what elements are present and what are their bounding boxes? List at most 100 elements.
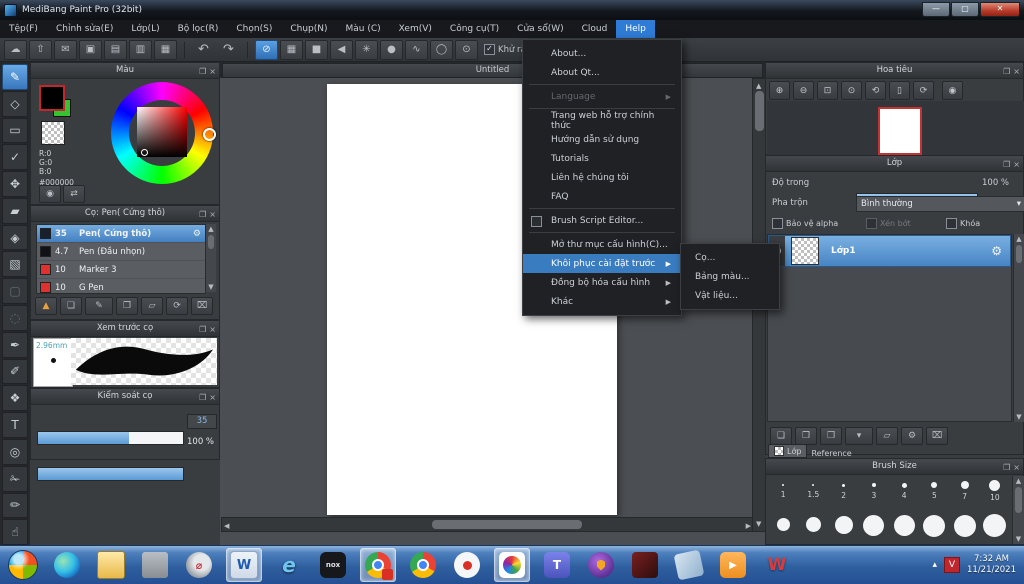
sv-marker[interactable] xyxy=(141,149,148,156)
image-icon[interactable]: ▣ xyxy=(79,40,102,60)
actual-size-icon[interactable]: ⊙ xyxy=(841,81,862,100)
brush-item[interactable]: 10 G Pen xyxy=(37,279,205,294)
menu-item-open-config-folder[interactable]: Mở thư mục cấu hình(C)... xyxy=(523,235,681,254)
eyedropper-tool[interactable]: ✒ xyxy=(2,332,28,358)
taskbar-ie[interactable]: e xyxy=(272,549,306,581)
brush-item[interactable]: 10 Marker 3 xyxy=(37,261,205,279)
navigator-preview[interactable] xyxy=(767,101,1024,155)
layer-menu-button[interactable]: ▾ xyxy=(845,427,873,445)
menu-file[interactable]: Tệp(F) xyxy=(0,20,47,38)
taskbar-clock[interactable]: 7:32 AM 11/21/2021 xyxy=(967,554,1016,576)
comment-icon[interactable]: ✉ xyxy=(54,40,77,60)
transparent-color-swatch[interactable] xyxy=(41,121,65,145)
menu-help[interactable]: Help xyxy=(616,20,655,38)
menu-item-about[interactable]: About... xyxy=(523,44,681,63)
menu-item-contact-us[interactable]: Liên hệ chúng tôi xyxy=(523,168,681,187)
brush-size-option[interactable] xyxy=(950,510,980,544)
snap-vanishing-icon[interactable]: ◀ xyxy=(330,40,353,60)
menu-item-about-qt[interactable]: About Qt... xyxy=(523,63,681,82)
reset-view-icon[interactable]: ◉ xyxy=(942,81,963,100)
submenu-item-brushes[interactable]: Cọ... xyxy=(681,248,779,267)
close-icon[interactable]: × xyxy=(209,64,216,79)
brush-size-option[interactable] xyxy=(919,510,949,544)
taskbar-game-2[interactable] xyxy=(672,549,706,581)
menu-item-brush-script-editor[interactable]: Brush Script Editor... xyxy=(523,211,681,230)
brush-list-scrollbar[interactable]: ▲ ▼ xyxy=(205,224,216,292)
zoom-in-icon[interactable]: ⊕ xyxy=(769,81,790,100)
menu-item-support-site[interactable]: Trang web hỗ trợ chính thức xyxy=(523,111,681,130)
zoom-out-icon[interactable]: ⊖ xyxy=(793,81,814,100)
zoom-tool[interactable]: ◎ xyxy=(2,439,28,465)
brush-size-option[interactable] xyxy=(889,510,919,544)
snap-curve-icon[interactable]: ∿ xyxy=(405,40,428,60)
float-icon[interactable]: ❐ xyxy=(199,64,206,79)
brush-duplicate-button[interactable]: ❐ xyxy=(116,297,138,315)
close-icon[interactable]: × xyxy=(209,207,216,222)
close-button[interactable]: ✕ xyxy=(980,2,1020,17)
operation-tool[interactable]: ✐ xyxy=(2,359,28,385)
menu-view[interactable]: Xem(V) xyxy=(390,20,441,38)
select-tool[interactable]: ▢ xyxy=(2,278,28,304)
new-layer-button[interactable]: ❏ xyxy=(770,427,792,445)
grid-icon[interactable]: ▦ xyxy=(154,40,177,60)
float-icon[interactable]: ❐ xyxy=(1003,64,1010,79)
float-icon[interactable]: ❐ xyxy=(199,207,206,222)
snap-grid-icon[interactable]: ■ xyxy=(305,40,328,60)
maximize-button[interactable]: ▢ xyxy=(951,2,979,17)
brush-size-option[interactable]: 1 xyxy=(768,476,798,510)
close-icon[interactable]: × xyxy=(1013,64,1020,79)
menu-filter[interactable]: Bộ lọc(R) xyxy=(169,20,228,38)
pencil-tool[interactable]: ✏ xyxy=(2,493,28,519)
delete-layer-button[interactable]: ⌧ xyxy=(926,427,948,445)
snap-ellipse-icon[interactable]: ◯ xyxy=(430,40,453,60)
close-icon[interactable]: × xyxy=(1013,157,1020,172)
taskbar-wondershare[interactable]: W xyxy=(760,549,794,581)
menu-item-user-guide[interactable]: Hướng dẫn sử dụng xyxy=(523,130,681,149)
gradient-tool[interactable]: ▧ xyxy=(2,251,28,277)
menu-item-sync-config[interactable]: Đồng bộ hóa cấu hình ▶ xyxy=(523,273,681,292)
menu-color[interactable]: Màu (C) xyxy=(337,20,390,38)
close-icon[interactable]: × xyxy=(209,390,216,405)
brush-new-button[interactable]: ❏ xyxy=(60,297,82,315)
snap-off-icon[interactable]: ⊘ xyxy=(255,40,278,60)
magic-wand-tool[interactable]: ✓ xyxy=(2,144,28,170)
lasso-tool[interactable]: ◌ xyxy=(2,305,28,331)
menu-cloud[interactable]: Cloud xyxy=(573,20,617,38)
snap-circle-icon[interactable]: ● xyxy=(380,40,403,60)
menu-tools[interactable]: Công cụ(T) xyxy=(441,20,508,38)
brush-up-button[interactable]: ▲ xyxy=(35,297,57,315)
clear-layer-button[interactable]: ❒ xyxy=(820,427,842,445)
brush-edit-button[interactable]: ✎ xyxy=(85,297,113,315)
cloud-icon[interactable]: ☁ xyxy=(4,40,27,60)
brush-tool[interactable]: ✎ xyxy=(2,64,28,90)
brush-delete-button[interactable]: ⌧ xyxy=(191,297,213,315)
float-icon[interactable]: ❐ xyxy=(1003,157,1010,172)
brush-opacity-slider[interactable] xyxy=(37,467,184,481)
brush-size-option[interactable]: 4 xyxy=(889,476,919,510)
taskbar-shield[interactable] xyxy=(584,549,618,581)
layer-folder-button[interactable]: ▱ xyxy=(876,427,898,445)
float-icon[interactable]: ❐ xyxy=(199,322,206,337)
brush-size-scrollbar[interactable]: ▲ ▼ xyxy=(1012,476,1024,544)
menu-snap[interactable]: Chụp(N) xyxy=(281,20,336,38)
brush-size-option[interactable]: 7 xyxy=(950,476,980,510)
undo-icon[interactable]: ↶ xyxy=(192,40,215,60)
rotate-left-icon[interactable]: ⟲ xyxy=(865,81,886,100)
foreground-color-swatch[interactable] xyxy=(39,85,65,111)
taskbar-player[interactable]: ▶ xyxy=(716,549,750,581)
hand-tool[interactable]: ☝ xyxy=(2,519,28,545)
snap-focus-icon[interactable]: ⊙ xyxy=(455,40,478,60)
taskbar-color-browser[interactable] xyxy=(494,548,530,582)
canvas-hscrollbar[interactable]: ◀ ▶ xyxy=(221,517,754,532)
hue-marker[interactable] xyxy=(203,128,216,141)
upload-icon[interactable]: ⇧ xyxy=(29,40,52,60)
navigator-view-rect[interactable] xyxy=(878,107,922,155)
brush-item[interactable]: 35 Pen( Cứng thô) ⚙ xyxy=(37,225,205,243)
text-tool[interactable]: T xyxy=(2,412,28,438)
layer-settings-button[interactable]: ⚙ xyxy=(901,427,923,445)
gear-icon[interactable]: ⚙ xyxy=(193,229,201,239)
brush-size-option[interactable]: 3 xyxy=(859,476,889,510)
brush-size-option[interactable] xyxy=(829,510,859,544)
brush-item[interactable]: 4.7 Pen (Đầu nhọn) xyxy=(37,243,205,261)
redo-icon[interactable]: ↷ xyxy=(217,40,240,60)
